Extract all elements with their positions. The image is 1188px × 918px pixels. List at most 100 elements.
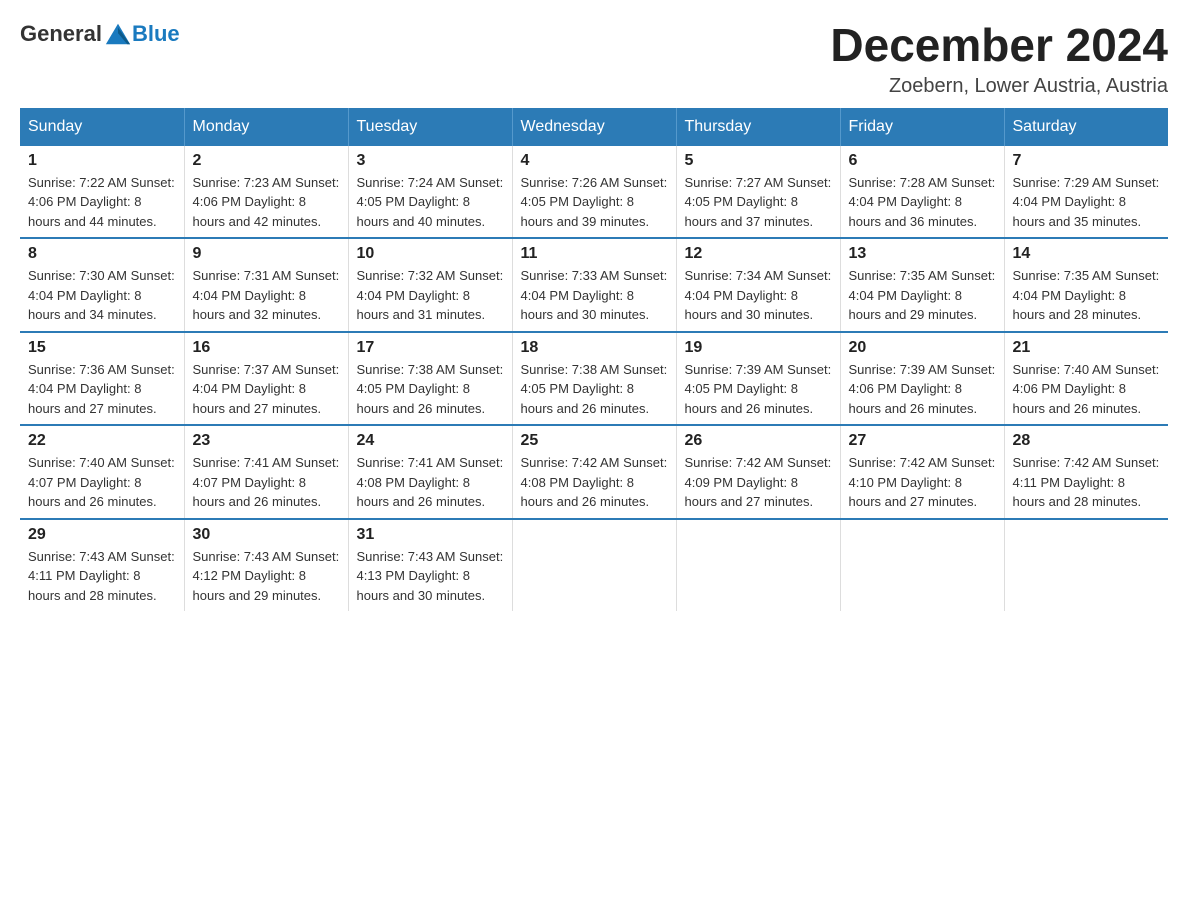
calendar-day-cell: 17Sunrise: 7:38 AM Sunset: 4:05 PM Dayli… — [348, 332, 512, 426]
day-number: 9 — [193, 245, 340, 263]
day-info: Sunrise: 7:23 AM Sunset: 4:06 PM Dayligh… — [193, 173, 340, 232]
day-number: 29 — [28, 526, 176, 544]
calendar-day-cell: 18 Sunrise: 7:38 AM Sunset: 4:05 PM Dayli… — [512, 332, 676, 426]
weekday-header-friday: Friday — [840, 108, 1004, 146]
calendar-day-cell: 24 Sunrise: 7:41 AM Sunset: 4:08 PM Dayli… — [348, 425, 512, 519]
day-info: Sunrise: 7:36 AM Sunset: 4:04 PM Dayligh… — [28, 360, 176, 419]
day-number: 25 — [521, 432, 668, 450]
weekday-header-saturday: Saturday — [1004, 108, 1168, 146]
day-info: Sunrise: 7:35 AM Sunset: 4:04 PM Dayligh… — [1013, 266, 1161, 325]
calendar-day-cell: 2 Sunrise: 7:23 AM Sunset: 4:06 PM Daylig… — [184, 146, 348, 239]
day-info: Sunrise: 7:28 AM Sunset: 4:04 PM Dayligh… — [849, 173, 996, 232]
day-info: Sunrise: 7:24 AM Sunset: 4:05 PM Dayligh… — [357, 173, 504, 232]
day-info: Sunrise: 7:40 AM Sunset: 4:06 PM Dayligh… — [1013, 360, 1161, 419]
calendar-day-cell: 23Sunrise: 7:41 AM Sunset: 4:07 PM Dayli… — [184, 425, 348, 519]
day-info: Sunrise: 7:37 AM Sunset: 4:04 PM Dayligh… — [193, 360, 340, 419]
calendar-week-row: 22 Sunrise: 7:40 AM Sunset: 4:07 PM Dayli… — [20, 425, 1168, 519]
weekday-header-monday: Monday — [184, 108, 348, 146]
day-number: 28 — [1013, 432, 1161, 450]
month-title: December 2024 — [830, 20, 1168, 71]
day-info: Sunrise: 7:22 AM Sunset: 4:06 PM Dayligh… — [28, 173, 176, 232]
day-number: 20 — [849, 339, 996, 357]
calendar-day-cell: 22 Sunrise: 7:40 AM Sunset: 4:07 PM Dayli… — [20, 425, 184, 519]
day-number: 12 — [685, 245, 832, 263]
calendar-week-row: 1 Sunrise: 7:22 AM Sunset: 4:06 PM Daylig… — [20, 146, 1168, 239]
calendar-day-cell: 27Sunrise: 7:42 AM Sunset: 4:10 PM Dayli… — [840, 425, 1004, 519]
day-number: 21 — [1013, 339, 1161, 357]
calendar-day-cell: 25 Sunrise: 7:42 AM Sunset: 4:08 PM Dayli… — [512, 425, 676, 519]
day-number: 26 — [685, 432, 832, 450]
day-number: 13 — [849, 245, 996, 263]
day-info: Sunrise: 7:30 AM Sunset: 4:04 PM Dayligh… — [28, 266, 176, 325]
calendar-day-cell: 13 Sunrise: 7:35 AM Sunset: 4:04 PM Dayli… — [840, 238, 1004, 332]
day-info: Sunrise: 7:42 AM Sunset: 4:11 PM Dayligh… — [1013, 453, 1161, 512]
location: Zoebern, Lower Austria, Austria — [830, 75, 1168, 98]
logo-general-text: General — [20, 21, 102, 47]
calendar-day-cell: 30 Sunrise: 7:43 AM Sunset: 4:12 PM Dayli… — [184, 519, 348, 612]
day-number: 16 — [193, 339, 340, 357]
day-info: Sunrise: 7:35 AM Sunset: 4:04 PM Dayligh… — [849, 266, 996, 325]
day-number: 7 — [1013, 152, 1161, 170]
day-info: Sunrise: 7:34 AM Sunset: 4:04 PM Dayligh… — [685, 266, 832, 325]
day-number: 24 — [357, 432, 504, 450]
day-number: 3 — [357, 152, 504, 170]
calendar-day-cell — [512, 519, 676, 612]
calendar-day-cell: 15Sunrise: 7:36 AM Sunset: 4:04 PM Dayli… — [20, 332, 184, 426]
day-info: Sunrise: 7:41 AM Sunset: 4:07 PM Dayligh… — [193, 453, 340, 512]
day-number: 19 — [685, 339, 832, 357]
day-info: Sunrise: 7:42 AM Sunset: 4:08 PM Dayligh… — [521, 453, 668, 512]
day-info: Sunrise: 7:43 AM Sunset: 4:11 PM Dayligh… — [28, 547, 176, 606]
day-number: 18 — [521, 339, 668, 357]
day-number: 1 — [28, 152, 176, 170]
day-info: Sunrise: 7:39 AM Sunset: 4:06 PM Dayligh… — [849, 360, 996, 419]
day-number: 10 — [357, 245, 504, 263]
calendar-day-cell: 11 Sunrise: 7:33 AM Sunset: 4:04 PM Dayli… — [512, 238, 676, 332]
calendar-day-cell: 9 Sunrise: 7:31 AM Sunset: 4:04 PM Daylig… — [184, 238, 348, 332]
day-info: Sunrise: 7:40 AM Sunset: 4:07 PM Dayligh… — [28, 453, 176, 512]
calendar-day-cell: 26 Sunrise: 7:42 AM Sunset: 4:09 PM Dayli… — [676, 425, 840, 519]
day-number: 22 — [28, 432, 176, 450]
calendar-day-cell: 19 Sunrise: 7:39 AM Sunset: 4:05 PM Dayli… — [676, 332, 840, 426]
day-info: Sunrise: 7:41 AM Sunset: 4:08 PM Dayligh… — [357, 453, 504, 512]
day-info: Sunrise: 7:43 AM Sunset: 4:12 PM Dayligh… — [193, 547, 340, 606]
page-header: General Blue December 2024 Zoebern, Lowe… — [20, 20, 1168, 98]
day-info: Sunrise: 7:42 AM Sunset: 4:09 PM Dayligh… — [685, 453, 832, 512]
logo-icon — [104, 20, 132, 48]
calendar-day-cell: 3 Sunrise: 7:24 AM Sunset: 4:05 PM Daylig… — [348, 146, 512, 239]
day-number: 6 — [849, 152, 996, 170]
calendar-day-cell: 8 Sunrise: 7:30 AM Sunset: 4:04 PM Daylig… — [20, 238, 184, 332]
day-info: Sunrise: 7:39 AM Sunset: 4:05 PM Dayligh… — [685, 360, 832, 419]
calendar-day-cell: 7 Sunrise: 7:29 AM Sunset: 4:04 PM Daylig… — [1004, 146, 1168, 239]
logo: General Blue — [20, 20, 180, 48]
day-number: 5 — [685, 152, 832, 170]
day-number: 17 — [357, 339, 504, 357]
weekday-header-thursday: Thursday — [676, 108, 840, 146]
day-number: 4 — [521, 152, 668, 170]
weekday-header-row: SundayMondayTuesdayWednesdayThursdayFrid… — [20, 108, 1168, 146]
day-info: Sunrise: 7:33 AM Sunset: 4:04 PM Dayligh… — [521, 266, 668, 325]
calendar-day-cell: 1 Sunrise: 7:22 AM Sunset: 4:06 PM Daylig… — [20, 146, 184, 239]
day-number: 11 — [521, 245, 668, 263]
day-info: Sunrise: 7:29 AM Sunset: 4:04 PM Dayligh… — [1013, 173, 1161, 232]
calendar-day-cell — [676, 519, 840, 612]
day-number: 27 — [849, 432, 996, 450]
calendar-day-cell — [840, 519, 1004, 612]
weekday-header-wednesday: Wednesday — [512, 108, 676, 146]
calendar-day-cell: 28 Sunrise: 7:42 AM Sunset: 4:11 PM Dayli… — [1004, 425, 1168, 519]
day-info: Sunrise: 7:38 AM Sunset: 4:05 PM Dayligh… — [521, 360, 668, 419]
calendar-week-row: 29 Sunrise: 7:43 AM Sunset: 4:11 PM Dayli… — [20, 519, 1168, 612]
day-number: 2 — [193, 152, 340, 170]
day-number: 30 — [193, 526, 340, 544]
day-number: 31 — [357, 526, 504, 544]
day-info: Sunrise: 7:32 AM Sunset: 4:04 PM Dayligh… — [357, 266, 504, 325]
calendar-week-row: 8 Sunrise: 7:30 AM Sunset: 4:04 PM Daylig… — [20, 238, 1168, 332]
weekday-header-sunday: Sunday — [20, 108, 184, 146]
calendar-day-cell: 20 Sunrise: 7:39 AM Sunset: 4:06 PM Dayli… — [840, 332, 1004, 426]
calendar-day-cell: 5Sunrise: 7:27 AM Sunset: 4:05 PM Daylig… — [676, 146, 840, 239]
day-number: 14 — [1013, 245, 1161, 263]
calendar-day-cell: 16 Sunrise: 7:37 AM Sunset: 4:04 PM Dayli… — [184, 332, 348, 426]
day-number: 8 — [28, 245, 176, 263]
day-info: Sunrise: 7:31 AM Sunset: 4:04 PM Dayligh… — [193, 266, 340, 325]
day-info: Sunrise: 7:43 AM Sunset: 4:13 PM Dayligh… — [357, 547, 504, 606]
day-info: Sunrise: 7:26 AM Sunset: 4:05 PM Dayligh… — [521, 173, 668, 232]
